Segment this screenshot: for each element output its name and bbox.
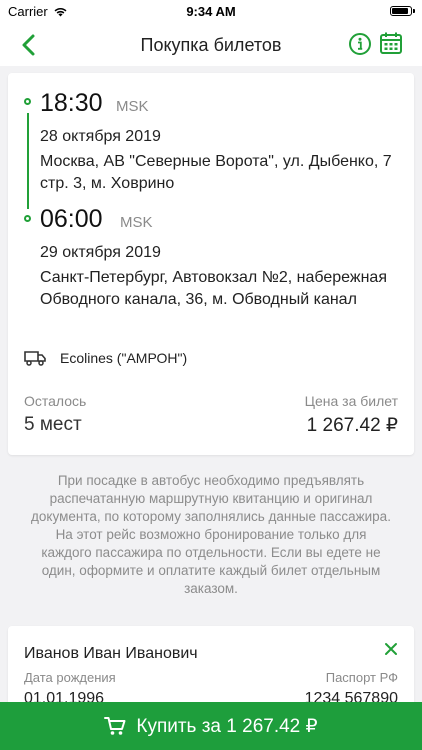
status-time: 9:34 AM [186, 4, 236, 19]
document-type-label: Паспорт РФ [325, 670, 398, 685]
calendar-icon[interactable] [378, 30, 404, 56]
status-bar: Carrier 9:34 AM [0, 0, 422, 24]
timeline-line [27, 113, 29, 209]
nav-bar: Покупка билетов [0, 24, 422, 66]
trip-card: 18:30 MSK 28 октября 2019 Москва, АВ "Се… [8, 73, 414, 455]
cart-icon [104, 717, 126, 735]
ticket-price-label: Цена за билет [304, 393, 398, 409]
notice-paragraph-2: На этот рейс возможно бронирование тольк… [41, 527, 381, 596]
passenger-name: Иванов Иван Иванович [24, 645, 198, 662]
departure-date: 28 октября 2019 [40, 128, 161, 145]
departure-dot-icon [24, 98, 31, 105]
seats-remaining-label: Осталось [24, 393, 87, 409]
arrival-dot-icon [24, 215, 31, 222]
buy-button[interactable]: Купить за 1 267.42 ₽ [0, 702, 422, 750]
remove-passenger-icon[interactable] [384, 642, 398, 656]
bus-icon [24, 351, 46, 366]
battery-icon [390, 6, 415, 16]
carrier-name: Ecolines ("АМРОН") [60, 350, 188, 366]
departure-address: Москва, АВ "Северные Ворота", ул. Дыбенк… [40, 153, 392, 192]
boarding-notice: При посадке в автобус необходимо предъяв… [30, 472, 392, 598]
arrival-date: 29 октября 2019 [40, 244, 161, 261]
seats-remaining-value: 5 мест [24, 414, 82, 435]
birth-date-label: Дата рождения [24, 670, 116, 685]
arrival-address: Санкт-Петербург, Автовокзал №2, набережн… [40, 269, 387, 308]
ticket-price-value: 1 267.42 ₽ [306, 415, 398, 436]
departure-timezone: MSK [116, 98, 149, 115]
buy-button-label: Купить за 1 267.42 ₽ [136, 715, 318, 737]
departure-time: 18:30 [40, 89, 103, 117]
arrival-timezone: MSK [120, 214, 153, 231]
carrier-row: Ecolines ("АМРОН") [24, 350, 187, 366]
arrival-time: 06:00 [40, 205, 103, 233]
notice-paragraph-1: При посадке в автобус необходимо предъяв… [31, 473, 391, 524]
info-icon[interactable] [348, 32, 372, 56]
